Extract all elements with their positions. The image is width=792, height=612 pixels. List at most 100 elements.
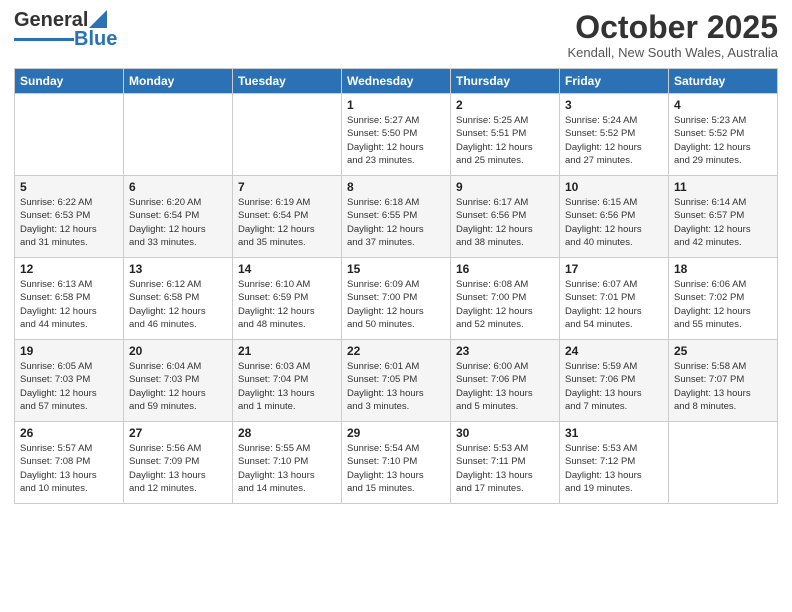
calendar-cell: 17 Sunrise: 6:07 AM Sunset: 7:01 PM Dayli… (560, 258, 669, 340)
calendar-cell (15, 94, 124, 176)
day-info: Sunrise: 6:09 AM Sunset: 7:00 PM Dayligh… (347, 278, 445, 331)
calendar-cell: 25 Sunrise: 5:58 AM Sunset: 7:07 PM Dayli… (669, 340, 778, 422)
day-info: Sunrise: 6:04 AM Sunset: 7:03 PM Dayligh… (129, 360, 227, 413)
day-number: 7 (238, 180, 336, 194)
day-info: Sunrise: 6:05 AM Sunset: 7:03 PM Dayligh… (20, 360, 118, 413)
weekday-header: Thursday (451, 69, 560, 94)
day-info: Sunrise: 5:23 AM Sunset: 5:52 PM Dayligh… (674, 114, 772, 167)
day-info: Sunrise: 6:07 AM Sunset: 7:01 PM Dayligh… (565, 278, 663, 331)
calendar-cell: 27 Sunrise: 5:56 AM Sunset: 7:09 PM Dayli… (124, 422, 233, 504)
calendar-cell: 8 Sunrise: 6:18 AM Sunset: 6:55 PM Daylig… (342, 176, 451, 258)
day-number: 23 (456, 344, 554, 358)
calendar-cell: 5 Sunrise: 6:22 AM Sunset: 6:53 PM Daylig… (15, 176, 124, 258)
calendar-cell: 6 Sunrise: 6:20 AM Sunset: 6:54 PM Daylig… (124, 176, 233, 258)
day-info: Sunrise: 6:20 AM Sunset: 6:54 PM Dayligh… (129, 196, 227, 249)
day-number: 20 (129, 344, 227, 358)
day-info: Sunrise: 5:56 AM Sunset: 7:09 PM Dayligh… (129, 442, 227, 495)
day-number: 24 (565, 344, 663, 358)
day-number: 31 (565, 426, 663, 440)
day-number: 18 (674, 262, 772, 276)
day-info: Sunrise: 6:18 AM Sunset: 6:55 PM Dayligh… (347, 196, 445, 249)
day-info: Sunrise: 6:06 AM Sunset: 7:02 PM Dayligh… (674, 278, 772, 331)
calendar-cell: 14Sunrise: 6:10 AM Sunset: 6:59 PM Dayli… (233, 258, 342, 340)
day-number: 8 (347, 180, 445, 194)
day-number: 22 (347, 344, 445, 358)
day-info: Sunrise: 6:13 AM Sunset: 6:58 PM Dayligh… (20, 278, 118, 331)
day-info: Sunrise: 6:19 AM Sunset: 6:54 PM Dayligh… (238, 196, 336, 249)
weekday-header: Monday (124, 69, 233, 94)
calendar-cell: 4 Sunrise: 5:23 AM Sunset: 5:52 PM Daylig… (669, 94, 778, 176)
day-info: Sunrise: 6:10 AM Sunset: 6:59 PM Dayligh… (238, 278, 336, 331)
calendar-cell: 13 Sunrise: 6:12 AM Sunset: 6:58 PM Dayli… (124, 258, 233, 340)
day-number: 10 (565, 180, 663, 194)
day-number: 30 (456, 426, 554, 440)
day-info: Sunrise: 6:17 AM Sunset: 6:56 PM Dayligh… (456, 196, 554, 249)
calendar-cell (233, 94, 342, 176)
day-info: Sunrise: 5:53 AM Sunset: 7:11 PM Dayligh… (456, 442, 554, 495)
day-number: 28 (238, 426, 336, 440)
day-number: 5 (20, 180, 118, 194)
day-info: Sunrise: 5:27 AM Sunset: 5:50 PM Dayligh… (347, 114, 445, 167)
calendar-cell: 24 Sunrise: 5:59 AM Sunset: 7:06 PM Dayli… (560, 340, 669, 422)
day-number: 27 (129, 426, 227, 440)
weekday-header: Tuesday (233, 69, 342, 94)
weekday-header: Wednesday (342, 69, 451, 94)
day-number: 6 (129, 180, 227, 194)
day-number: 4 (674, 98, 772, 112)
day-info: Sunrise: 6:12 AM Sunset: 6:58 PM Dayligh… (129, 278, 227, 331)
logo-blue: Blue (74, 28, 117, 51)
calendar-cell: 1 Sunrise: 5:27 AM Sunset: 5:50 PM Daylig… (342, 94, 451, 176)
calendar-cell: 12Sunrise: 6:13 AM Sunset: 6:58 PM Dayli… (15, 258, 124, 340)
day-info: Sunrise: 5:59 AM Sunset: 7:06 PM Dayligh… (565, 360, 663, 413)
day-number: 1 (347, 98, 445, 112)
month-title: October 2025 (567, 10, 778, 45)
day-number: 21 (238, 344, 336, 358)
calendar-cell: 7 Sunrise: 6:19 AM Sunset: 6:54 PM Daylig… (233, 176, 342, 258)
title-block: October 2025 Kendall, New South Wales, A… (567, 10, 778, 60)
calendar-cell: 16 Sunrise: 6:08 AM Sunset: 7:00 PM Dayli… (451, 258, 560, 340)
calendar-cell: 30 Sunrise: 5:53 AM Sunset: 7:11 PM Dayli… (451, 422, 560, 504)
calendar-cell: 29Sunrise: 5:54 AM Sunset: 7:10 PM Dayli… (342, 422, 451, 504)
day-info: Sunrise: 6:14 AM Sunset: 6:57 PM Dayligh… (674, 196, 772, 249)
day-info: Sunrise: 6:15 AM Sunset: 6:56 PM Dayligh… (565, 196, 663, 249)
calendar-cell: 22 Sunrise: 6:01 AM Sunset: 7:05 PM Dayli… (342, 340, 451, 422)
day-info: Sunrise: 6:22 AM Sunset: 6:53 PM Dayligh… (20, 196, 118, 249)
day-info: Sunrise: 6:01 AM Sunset: 7:05 PM Dayligh… (347, 360, 445, 413)
day-number: 15 (347, 262, 445, 276)
calendar: SundayMondayTuesdayWednesdayThursdayFrid… (14, 68, 778, 504)
day-info: Sunrise: 5:58 AM Sunset: 7:07 PM Dayligh… (674, 360, 772, 413)
day-number: 29 (347, 426, 445, 440)
day-info: Sunrise: 6:00 AM Sunset: 7:06 PM Dayligh… (456, 360, 554, 413)
calendar-cell: 31 Sunrise: 5:53 AM Sunset: 7:12 PM Dayli… (560, 422, 669, 504)
day-number: 17 (565, 262, 663, 276)
calendar-cell: 10 Sunrise: 6:15 AM Sunset: 6:56 PM Dayli… (560, 176, 669, 258)
calendar-cell (124, 94, 233, 176)
calendar-cell: 18 Sunrise: 6:06 AM Sunset: 7:02 PM Dayli… (669, 258, 778, 340)
day-info: Sunrise: 5:55 AM Sunset: 7:10 PM Dayligh… (238, 442, 336, 495)
calendar-cell: 20 Sunrise: 6:04 AM Sunset: 7:03 PM Dayli… (124, 340, 233, 422)
calendar-cell: 9 Sunrise: 6:17 AM Sunset: 6:56 PM Daylig… (451, 176, 560, 258)
day-number: 19 (20, 344, 118, 358)
weekday-header: Sunday (15, 69, 124, 94)
weekday-header: Friday (560, 69, 669, 94)
day-info: Sunrise: 6:03 AM Sunset: 7:04 PM Dayligh… (238, 360, 336, 413)
logo-general: General (14, 10, 88, 30)
calendar-cell: 3Sunrise: 5:24 AM Sunset: 5:52 PM Daylig… (560, 94, 669, 176)
calendar-cell: 19 Sunrise: 6:05 AM Sunset: 7:03 PM Dayli… (15, 340, 124, 422)
calendar-cell: 23 Sunrise: 6:00 AM Sunset: 7:06 PM Dayli… (451, 340, 560, 422)
day-number: 16 (456, 262, 554, 276)
day-number: 9 (456, 180, 554, 194)
calendar-cell: 21 Sunrise: 6:03 AM Sunset: 7:04 PM Dayli… (233, 340, 342, 422)
day-number: 25 (674, 344, 772, 358)
day-info: Sunrise: 6:08 AM Sunset: 7:00 PM Dayligh… (456, 278, 554, 331)
location: Kendall, New South Wales, Australia (567, 45, 778, 60)
calendar-cell: 11Sunrise: 6:14 AM Sunset: 6:57 PM Dayli… (669, 176, 778, 258)
day-number: 2 (456, 98, 554, 112)
day-number: 13 (129, 262, 227, 276)
day-info: Sunrise: 5:53 AM Sunset: 7:12 PM Dayligh… (565, 442, 663, 495)
logo: General Blue (14, 10, 117, 51)
calendar-cell: 2Sunrise: 5:25 AM Sunset: 5:51 PM Daylig… (451, 94, 560, 176)
day-info: Sunrise: 5:57 AM Sunset: 7:08 PM Dayligh… (20, 442, 118, 495)
calendar-cell (669, 422, 778, 504)
day-number: 3 (565, 98, 663, 112)
